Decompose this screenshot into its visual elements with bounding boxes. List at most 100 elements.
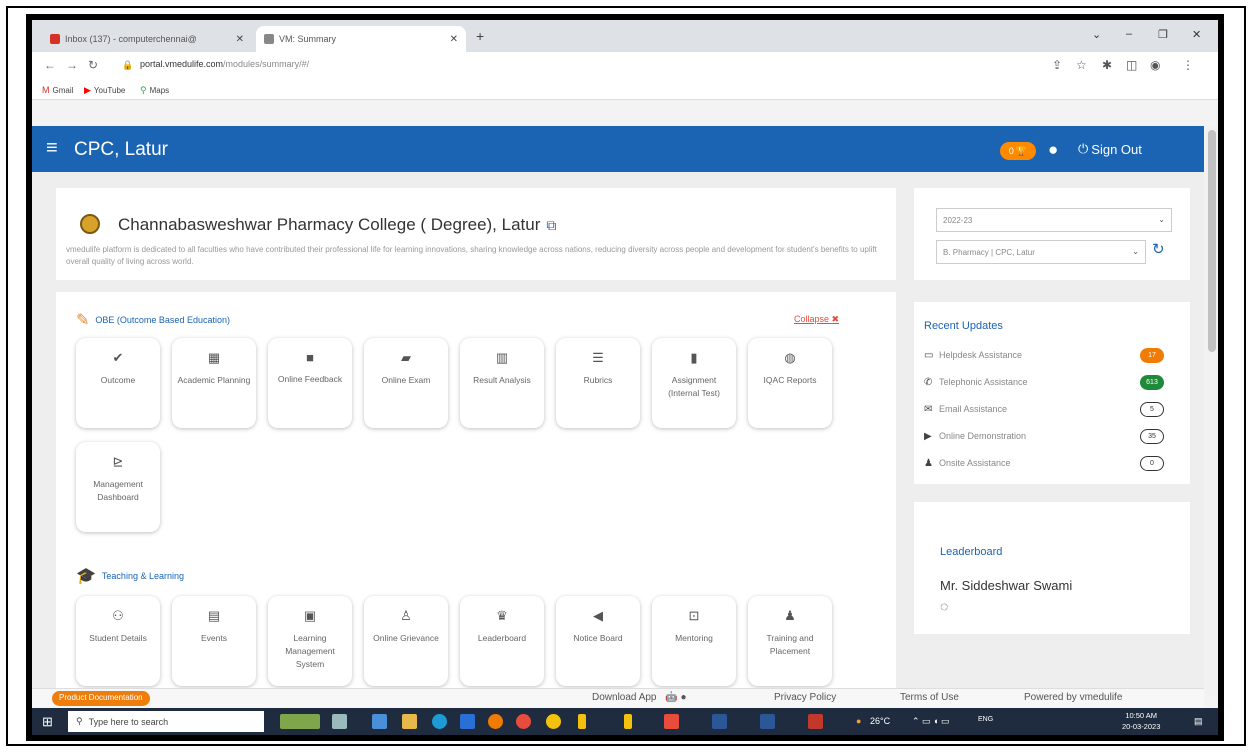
update-row[interactable]: ▶ Online Demonstration 35 — [924, 427, 1174, 445]
bookmark-youtube[interactable]: ▶ YouTube — [84, 85, 125, 96]
update-label: Onsite Assistance — [939, 458, 1011, 468]
module-tile[interactable]: ■ Online Feedback — [268, 338, 352, 428]
forward-icon[interactable]: → — [66, 58, 78, 72]
minimize-icon[interactable]: – — [1126, 28, 1132, 40]
product-documentation-button[interactable]: Product Documentation — [52, 691, 150, 706]
main-content: Channabasweshwar Pharmacy College ( Degr… — [32, 172, 1204, 697]
person-icon: ♙ — [400, 608, 412, 623]
module-tile[interactable]: ▦ Academic Planning — [172, 338, 256, 428]
app-icon[interactable] — [372, 714, 387, 729]
update-row[interactable]: ✆ Telephonic Assistance 613 — [924, 373, 1174, 391]
share-icon[interactable]: ⇪ — [1052, 58, 1062, 72]
sidebar-icon[interactable]: ◫ — [1126, 58, 1137, 72]
module-tile[interactable]: ♙ Online Grievance — [364, 596, 448, 686]
edge-icon[interactable] — [432, 714, 447, 729]
word-icon[interactable] — [712, 714, 727, 729]
module-tile[interactable]: ♟ Training and Placement — [748, 596, 832, 686]
download-app-link[interactable]: Download App 🤖 ● — [592, 692, 687, 703]
trophy-badge[interactable]: 0 🏆 — [1000, 142, 1036, 160]
download-app-label: Download App — [592, 692, 657, 703]
url-field[interactable]: portal.vmedulife.com/modules/summary/#/ — [140, 59, 309, 69]
close-tab-icon[interactable]: ✕ — [450, 34, 458, 45]
windows-start-icon[interactable]: ⊞ — [42, 714, 53, 730]
module-tile[interactable]: ♛ Leaderboard — [460, 596, 544, 686]
bookmark-maps[interactable]: ⚲ Maps — [140, 85, 169, 96]
module-tile[interactable]: ☰ Rubrics — [556, 338, 640, 428]
youtube-icon: ▶ — [84, 85, 91, 95]
phone-icon: ✆ — [924, 376, 933, 388]
module-tile[interactable]: ⚇ Student Details — [76, 596, 160, 686]
year-select[interactable]: 2022-23 ⌄ — [936, 208, 1172, 232]
weather-widget-icon[interactable] — [280, 714, 320, 729]
loading-spinner-icon: ◌ — [940, 598, 949, 614]
collapse-button[interactable]: Collapse ✖ — [794, 314, 839, 325]
firefox-icon[interactable] — [488, 714, 503, 729]
menu-kebab-icon[interactable]: ⋮ — [1182, 58, 1194, 72]
terms-of-use-link[interactable]: Terms of Use — [900, 692, 959, 703]
module-tile[interactable]: ▣ Learning Management System — [268, 596, 352, 686]
app-icon[interactable] — [664, 714, 679, 729]
close-window-icon[interactable]: ✕ — [1192, 28, 1201, 41]
word-icon[interactable] — [760, 714, 775, 729]
module-tile[interactable]: ▤ Events — [172, 596, 256, 686]
list-icon: ☰ — [592, 350, 604, 365]
module-tile[interactable]: ▮ Assignment (Internal Test) — [652, 338, 736, 428]
module-tile[interactable]: ▰ Online Exam — [364, 338, 448, 428]
user-account-icon[interactable]: ● — [1048, 140, 1058, 160]
privacy-policy-link[interactable]: Privacy Policy — [774, 692, 836, 703]
scrollbar-thumb[interactable] — [1208, 130, 1216, 352]
bookmark-gmail[interactable]: M Gmail — [42, 85, 73, 95]
close-tab-icon[interactable]: ✕ — [236, 34, 244, 45]
external-link-icon[interactable]: ⧉ — [546, 217, 556, 233]
file-explorer-icon[interactable] — [402, 714, 417, 729]
new-tab-button[interactable]: + — [476, 28, 484, 44]
task-view-icon[interactable] — [332, 714, 347, 729]
module-tile[interactable]: ◍ IQAC Reports — [748, 338, 832, 428]
language[interactable]: ENG — [978, 716, 993, 723]
taskbar-search[interactable]: ⚲ Type here to search — [68, 711, 264, 732]
back-icon[interactable]: ← — [44, 58, 56, 72]
sticky-icon[interactable] — [624, 714, 632, 729]
opera-icon[interactable] — [516, 714, 531, 729]
trophy-icon: ♛ — [496, 608, 508, 623]
close-icon: ✖ — [831, 314, 840, 324]
page-scrollbar[interactable] — [1206, 126, 1218, 696]
check-icon: ✔ — [112, 350, 124, 365]
module-tile[interactable]: ⊵ Management Dashboard — [76, 442, 160, 532]
module-tile[interactable]: ▥ Result Analysis — [460, 338, 544, 428]
comment-icon: ■ — [306, 350, 314, 365]
extensions-icon[interactable]: ✱ — [1102, 58, 1112, 72]
tab-title: Inbox (137) - computerchennai@ — [65, 34, 197, 44]
sign-out-button[interactable]: ⏻ Sign Out — [1078, 141, 1142, 157]
gmail-icon: M — [42, 85, 50, 95]
tile-label: Mentoring — [675, 633, 713, 643]
sticky-icon[interactable] — [578, 714, 586, 729]
module-tile[interactable]: ◀ Notice Board — [556, 596, 640, 686]
program-select[interactable]: B. Pharmacy | CPC, Latur ⌄ — [936, 240, 1146, 264]
powerpoint-icon[interactable] — [808, 714, 823, 729]
user-cog-icon: ♟ — [924, 457, 933, 469]
hamburger-menu-icon[interactable]: ≡ — [46, 137, 58, 160]
restore-icon[interactable]: ❐ — [1158, 28, 1168, 41]
notification-icon[interactable]: ▤ — [1194, 716, 1203, 727]
module-tile[interactable]: ✔ Outcome — [76, 338, 160, 428]
tab-search-icon[interactable]: ⌄ — [1092, 28, 1101, 41]
module-tile[interactable]: ⊡ Mentoring — [652, 596, 736, 686]
browser-tab-summary[interactable]: VM: Summary ✕ — [256, 26, 466, 52]
update-row[interactable]: ✉ Email Assistance 5 — [924, 400, 1174, 418]
profile-icon[interactable]: ◉ — [1150, 58, 1160, 72]
tile-label: Leaderboard — [477, 633, 527, 643]
leader-name: Mr. Siddeshwar Swami — [940, 578, 1073, 593]
app-icon[interactable] — [460, 714, 475, 729]
browser-tab-inbox[interactable]: Inbox (137) - computerchennai@ ✕ — [42, 26, 252, 52]
system-tray-icons[interactable]: ⌃ ▭ ◖ ▭ — [912, 716, 950, 727]
update-row[interactable]: ♟ Onsite Assistance 0 — [924, 454, 1174, 472]
update-row[interactable]: ▭ Helpdesk Assistance 17 — [924, 346, 1174, 364]
star-icon[interactable]: ☆ — [1076, 58, 1087, 72]
refresh-icon[interactable]: ↻ — [1152, 240, 1165, 258]
chevron-down-icon: ⌄ — [1158, 215, 1165, 224]
clock[interactable]: 10:50 AM 20-03-2023 — [1122, 710, 1160, 732]
reload-icon[interactable]: ↻ — [88, 58, 98, 72]
temperature: 26°C — [870, 716, 891, 726]
chrome-icon[interactable] — [546, 714, 561, 729]
